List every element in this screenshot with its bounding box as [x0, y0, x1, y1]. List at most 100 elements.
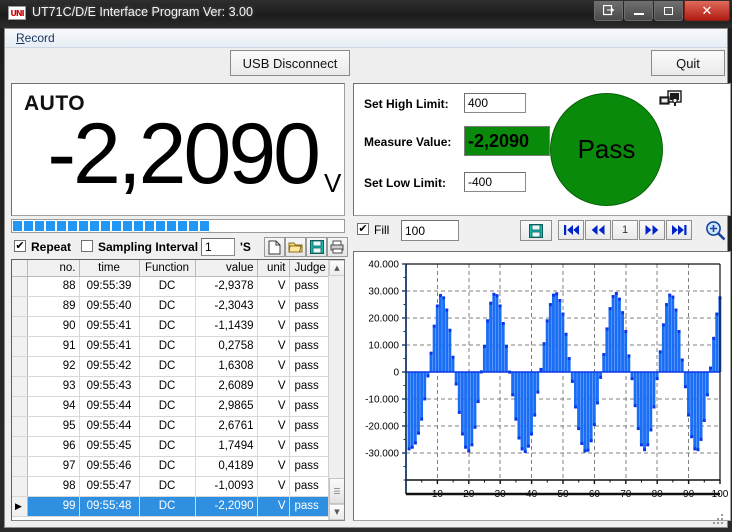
fill-checkbox[interactable]: ✔ — [357, 223, 369, 235]
cell-unit: V — [257, 456, 290, 477]
row-selector-cell[interactable] — [12, 456, 28, 477]
quit-button[interactable]: Quit — [651, 50, 725, 76]
row-selector-cell[interactable] — [12, 336, 28, 357]
cell-no: 96 — [27, 436, 80, 457]
row-selector-cell[interactable]: ▶ — [12, 496, 28, 517]
column-header-time[interactable]: time — [79, 260, 140, 277]
cell-value: -2,9378 — [195, 276, 258, 297]
menu-item-record[interactable]: Record — [16, 31, 55, 45]
resize-grip-icon[interactable] — [711, 512, 725, 526]
zoom-in-icon[interactable] — [705, 220, 726, 246]
cell-time: 09:55:45 — [79, 436, 140, 457]
progress-chunk — [90, 221, 99, 231]
cell-time: 09:55:41 — [79, 316, 140, 337]
table-row[interactable]: 94 09:55:44 DC 2,9865 Vpass — [12, 396, 329, 417]
row-selector-cell[interactable] — [12, 396, 28, 417]
scroll-up-arrow-icon[interactable]: ▲ — [329, 260, 344, 276]
column-header-unit[interactable]: unit — [257, 260, 290, 277]
cell-value: -1,0093 — [195, 476, 258, 497]
skip-to-last-icon[interactable] — [666, 220, 692, 240]
table-scrollbar[interactable]: ▲ ☰ ▼ — [328, 260, 344, 520]
status-indicator: Pass — [550, 93, 663, 206]
progress-chunk — [189, 221, 198, 231]
monitor-icon[interactable] — [659, 90, 683, 110]
table-row[interactable]: 90 09:55:41 DC -1,1439 Vpass — [12, 316, 329, 337]
table-row[interactable]: 93 09:55:43 DC 2,6089 Vpass — [12, 376, 329, 397]
rewind-icon[interactable] — [585, 220, 611, 240]
row-selector-cell[interactable] — [12, 436, 28, 457]
top-toolbar: USB Disconnect Quit — [5, 48, 727, 81]
page-number-display[interactable]: 1 — [612, 220, 638, 240]
scroll-down-arrow-icon[interactable]: ▼ — [329, 504, 344, 520]
fast-forward-icon[interactable] — [639, 220, 665, 240]
cell-no: 88 — [27, 276, 80, 297]
progress-chunk — [134, 221, 143, 231]
cell-value: 0,2758 — [195, 336, 258, 357]
table-row[interactable]: 98 09:55:47 DC -1,0093 Vpass — [12, 476, 329, 497]
client-area: Record USB Disconnect Quit AUTO -2,2090 … — [4, 28, 731, 528]
cell-unit: V — [257, 296, 290, 317]
cell-function: DC — [139, 416, 196, 437]
set-low-limit-label: Set Low Limit: — [364, 176, 446, 190]
print-icon[interactable] — [327, 237, 348, 257]
maximize-icon[interactable] — [654, 1, 683, 21]
sampling-interval-unit: 'S — [240, 240, 251, 254]
close-icon[interactable]: ✕ — [684, 1, 730, 21]
table-row[interactable]: 88 09:55:39 DC -2,9378 Vpass — [12, 276, 329, 297]
fill-value-input[interactable]: 100 — [401, 220, 459, 241]
scrollbar-thumb[interactable]: ☰ — [329, 478, 344, 504]
primary-unit-label: V — [324, 168, 342, 198]
save-disk-icon[interactable] — [306, 237, 327, 257]
cell-no: 97 — [27, 456, 80, 477]
open-folder-icon[interactable] — [285, 237, 306, 257]
progress-chunk — [200, 221, 209, 231]
cell-judge: pass — [289, 476, 329, 497]
cell-unit: V — [257, 336, 290, 357]
set-high-limit-input[interactable]: 400 — [464, 93, 526, 113]
row-selector-header — [12, 260, 28, 277]
repeat-checkbox[interactable]: ✔ — [14, 240, 26, 252]
playback-toolbar: ✔ Fill 100 1 — [353, 218, 731, 248]
usb-disconnect-button[interactable]: USB Disconnect — [230, 50, 350, 76]
table-row[interactable]: 95 09:55:44 DC 2,6761 Vpass — [12, 416, 329, 437]
row-selector-cell[interactable] — [12, 316, 28, 337]
cell-no: 95 — [27, 416, 80, 437]
table-row[interactable]: 96 09:55:45 DC 1,7494 Vpass — [12, 436, 329, 457]
measurement-table-grid: no. time Function value unit Judge 88 09:… — [12, 260, 329, 517]
row-selector-cell[interactable] — [12, 416, 28, 437]
cell-value: -2,3043 — [195, 296, 258, 317]
cell-judge: pass — [289, 416, 329, 437]
column-header-function[interactable]: Function — [139, 260, 196, 277]
progress-chunk — [167, 221, 176, 231]
sampling-interval-input[interactable]: 1 — [201, 238, 235, 256]
save-chart-button[interactable] — [520, 220, 552, 241]
row-selector-cell[interactable] — [12, 376, 28, 397]
column-header-judge[interactable]: Judge — [289, 260, 329, 277]
cell-unit: V — [257, 436, 290, 457]
set-low-limit-input[interactable]: -400 — [464, 172, 526, 192]
table-row[interactable]: 92 09:55:42 DC 1,6308 Vpass — [12, 356, 329, 377]
waveform-chart-panel[interactable]: 40.000 30.000 20.000 10.000 0 -10.000 -20.000 -… — [353, 251, 731, 521]
cell-no: 93 — [27, 376, 80, 397]
progress-chunk — [156, 221, 165, 231]
measurement-table[interactable]: no. time Function value unit Judge 88 09:… — [11, 259, 345, 521]
table-row[interactable]: 97 09:55:46 DC 0,4189 Vpass — [12, 456, 329, 477]
row-selector-cell[interactable] — [12, 476, 28, 497]
row-selector-cell[interactable] — [12, 356, 28, 377]
minimize-icon[interactable] — [624, 1, 653, 21]
cell-no: 99 — [27, 496, 80, 517]
table-row[interactable]: 91 09:55:41 DC 0,2758 Vpass — [12, 336, 329, 357]
column-header-value[interactable]: value — [195, 260, 258, 277]
skip-to-first-icon[interactable] — [558, 220, 584, 240]
row-selector-cell[interactable] — [12, 296, 28, 317]
sampling-interval-checkbox[interactable] — [81, 240, 93, 252]
restore-down-icon[interactable] — [594, 1, 623, 21]
fill-label: Fill — [374, 223, 390, 237]
row-selector-cell[interactable] — [12, 276, 28, 297]
cell-unit: V — [257, 356, 290, 377]
column-header-no[interactable]: no. — [27, 260, 80, 277]
table-row[interactable]: 89 09:55:40 DC -2,3043 Vpass — [12, 296, 329, 317]
cell-time: 09:55:42 — [79, 356, 140, 377]
table-row[interactable]: ▶ 99 09:55:48 DC -2,2090 Vpass — [12, 496, 329, 517]
new-file-icon[interactable] — [264, 237, 285, 257]
